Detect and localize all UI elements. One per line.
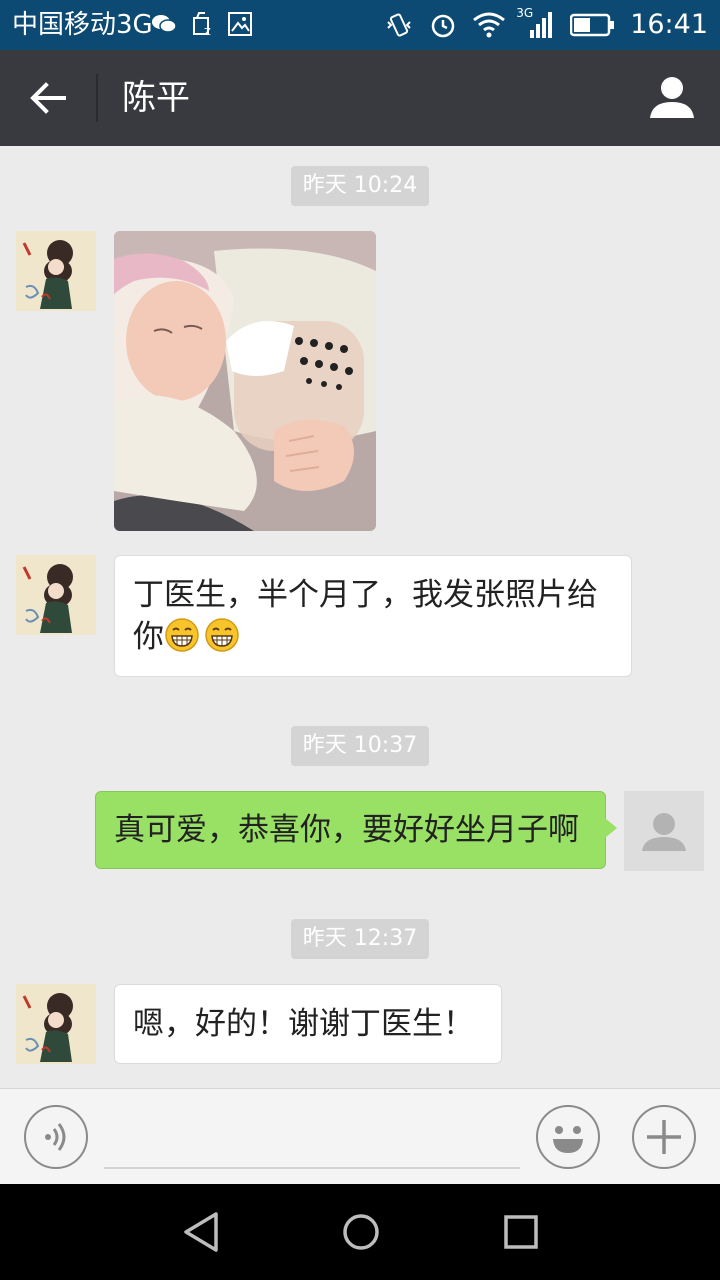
carrier-label: 中国移动3G bbox=[12, 10, 153, 40]
triangle-back-icon bbox=[184, 1212, 218, 1252]
profile-button[interactable] bbox=[646, 72, 698, 124]
svg-text:Z: Z bbox=[204, 27, 211, 38]
wechat-icon bbox=[150, 10, 178, 38]
my-avatar[interactable] bbox=[624, 791, 704, 871]
contact-avatar[interactable] bbox=[16, 984, 96, 1064]
chat-title: 陈平 bbox=[122, 78, 190, 118]
incoming-message-bubble[interactable]: 嗯，好的！谢谢丁医生！ bbox=[114, 984, 502, 1064]
person-icon bbox=[650, 77, 694, 118]
timestamp: 昨天 10:24 bbox=[0, 166, 720, 206]
square-recents-icon bbox=[504, 1215, 538, 1249]
contact-avatar[interactable] bbox=[16, 555, 96, 635]
timestamp: 昨天 12:37 bbox=[0, 919, 720, 959]
clock: 16:41 bbox=[630, 9, 708, 40]
chat-area[interactable]: 昨天 10:24 丁医生，半个月了，我发张照片给你 昨天 10:37 真可爱，恭… bbox=[0, 146, 720, 1088]
image-icon bbox=[226, 10, 254, 38]
emoji-icon bbox=[553, 1126, 583, 1153]
grin-emoji-icon bbox=[204, 617, 240, 653]
input-bar bbox=[0, 1088, 720, 1184]
grin-emoji-icon bbox=[164, 617, 200, 653]
timestamp: 昨天 10:37 bbox=[0, 726, 720, 766]
title-divider bbox=[96, 74, 98, 122]
message-input[interactable] bbox=[104, 1103, 520, 1169]
arrow-left-icon bbox=[30, 82, 66, 114]
circle-home-icon bbox=[343, 1214, 379, 1250]
clean-icon: Z bbox=[188, 10, 216, 38]
default-person-icon bbox=[624, 791, 704, 871]
voice-icon bbox=[45, 1123, 66, 1151]
wifi-icon bbox=[472, 10, 506, 40]
nav-home-button[interactable] bbox=[337, 1208, 385, 1256]
signal-icon: 3G bbox=[516, 6, 556, 40]
emoji-button[interactable] bbox=[536, 1105, 600, 1169]
alarm-icon bbox=[428, 10, 458, 40]
status-bar: 中国移动3G Z 3G 16:41 bbox=[0, 0, 720, 50]
plus-icon bbox=[647, 1120, 681, 1154]
outgoing-message-bubble[interactable]: 真可爱，恭喜你，要好好坐月子啊 bbox=[95, 791, 617, 869]
incoming-message-bubble[interactable]: 丁医生，半个月了，我发张照片给你 bbox=[114, 555, 632, 677]
title-bar: 陈平 bbox=[0, 50, 720, 146]
nav-back-button[interactable] bbox=[178, 1208, 226, 1256]
baby-photo[interactable] bbox=[114, 231, 376, 531]
back-button[interactable] bbox=[22, 72, 74, 124]
nav-recents-button[interactable] bbox=[497, 1208, 545, 1256]
contact-avatar[interactable] bbox=[16, 231, 96, 311]
battery-icon bbox=[569, 12, 616, 38]
more-button[interactable] bbox=[632, 1105, 696, 1169]
vibrate-icon bbox=[384, 10, 414, 40]
navigation-bar bbox=[0, 1184, 720, 1280]
voice-button[interactable] bbox=[24, 1105, 88, 1169]
